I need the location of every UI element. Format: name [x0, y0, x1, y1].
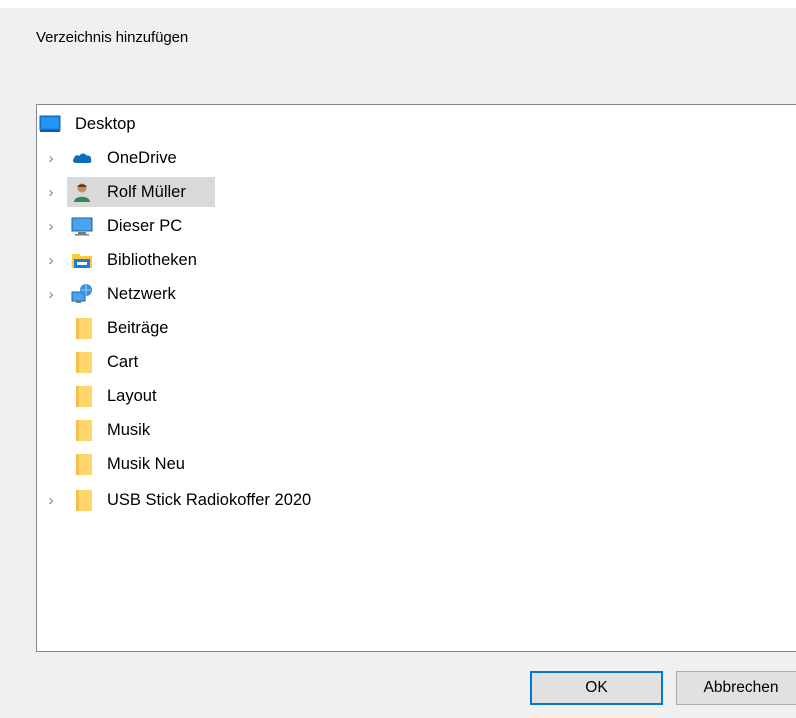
folder-icon: [73, 317, 95, 339]
chevron-right-icon[interactable]: ›: [43, 211, 59, 241]
add-directory-dialog: Verzeichnis hinzufügen Desktop › OneDriv…: [0, 0, 796, 718]
tree-item-folder[interactable]: Cart: [37, 347, 796, 377]
library-icon: [71, 249, 93, 271]
tree-item-label: Desktop: [75, 115, 136, 133]
tree-item-libraries[interactable]: › Bibliotheken: [37, 245, 796, 275]
tree-item-label: Cart: [107, 353, 139, 371]
tree-item-folder[interactable]: Layout: [37, 381, 796, 411]
tree-item-label: Rolf Müller: [107, 183, 186, 201]
tree-item-folder[interactable]: Musik Neu: [37, 449, 796, 479]
tree-item-folder[interactable]: › USB Stick Radiokoffer 2020: [37, 485, 796, 515]
tree-item-label: Netzwerk: [107, 285, 176, 303]
folder-tree[interactable]: Desktop › OneDrive › Rolf Müller › Diese…: [36, 104, 796, 652]
folder-icon: [73, 351, 95, 373]
chevron-right-icon[interactable]: ›: [43, 279, 59, 309]
cancel-button[interactable]: Abbrechen: [676, 671, 796, 705]
computer-icon: [71, 215, 93, 237]
tree-item-network[interactable]: › Netzwerk: [37, 279, 796, 309]
ok-button[interactable]: OK: [530, 671, 663, 705]
tree-item-label: OneDrive: [107, 149, 177, 167]
tree-item-label: Bibliotheken: [107, 251, 197, 269]
tree-item-label: USB Stick Radiokoffer 2020: [107, 491, 312, 509]
tree-item-label: Dieser PC: [107, 217, 183, 235]
network-icon: [71, 283, 93, 305]
dialog-prompt: Verzeichnis hinzufügen: [36, 29, 189, 46]
tree-item-user[interactable]: › Rolf Müller: [37, 177, 796, 207]
folder-icon: [73, 419, 95, 441]
chevron-right-icon[interactable]: ›: [43, 177, 59, 207]
tree-item-desktop[interactable]: Desktop: [37, 109, 796, 139]
top-strip: [0, 0, 796, 8]
folder-icon: [73, 489, 95, 511]
folder-icon: [73, 453, 95, 475]
folder-icon: [73, 385, 95, 407]
tree-item-label: Musik Neu: [107, 455, 185, 473]
tree-item-label: Musik: [107, 421, 151, 439]
tree-item-label: Beiträge: [107, 319, 169, 337]
tree-item-folder[interactable]: Beiträge: [37, 313, 796, 343]
tree-item-label: Layout: [107, 387, 157, 405]
tree-item-folder[interactable]: Musik: [37, 415, 796, 445]
tree-item-this-pc[interactable]: › Dieser PC: [37, 211, 796, 241]
tree-item-onedrive[interactable]: › OneDrive: [37, 143, 796, 173]
chevron-right-icon[interactable]: ›: [43, 143, 59, 173]
user-icon: [71, 181, 93, 203]
chevron-right-icon[interactable]: ›: [43, 245, 59, 275]
desktop-icon: [39, 113, 61, 135]
chevron-right-icon[interactable]: ›: [43, 485, 59, 515]
cloud-icon: [71, 147, 93, 169]
